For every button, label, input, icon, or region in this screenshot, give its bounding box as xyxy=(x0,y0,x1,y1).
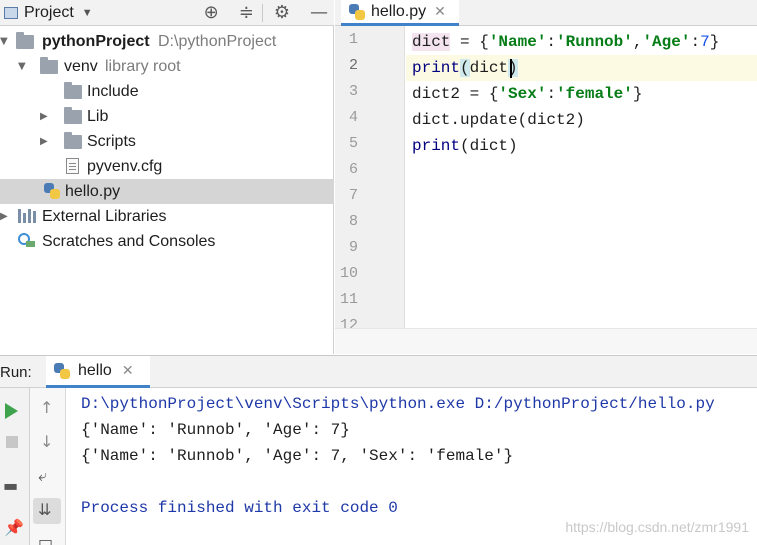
editor-breadcrumb-bar xyxy=(335,328,757,354)
line-number: 8 xyxy=(348,213,358,230)
tree-item-label: hello.py xyxy=(65,182,121,200)
console-line: {'Name': 'Runnob', 'Age': 7, 'Sex': 'fem… xyxy=(81,447,514,465)
folder-icon xyxy=(64,107,82,124)
project-panel-title: Project xyxy=(24,3,74,21)
tree-item-scripts[interactable]: ▶ Scripts xyxy=(0,129,334,154)
tree-item-scratches[interactable]: Scratches and Consoles xyxy=(0,229,334,254)
stop-icon[interactable] xyxy=(6,436,18,448)
close-icon[interactable]: ✕ xyxy=(434,4,446,20)
target-icon[interactable]: ⊕ xyxy=(204,4,219,22)
layout-icon[interactable]: ▬ xyxy=(3,478,18,494)
tree-item-lib[interactable]: ▶ Lib xyxy=(0,104,334,129)
chevron-down-icon[interactable]: ▼ xyxy=(18,61,26,72)
chevron-right-icon[interactable]: ▶ xyxy=(0,211,8,222)
tab-hello-py[interactable]: hello.py ✕ xyxy=(341,0,459,26)
text-caret xyxy=(510,59,512,78)
line-number: 12 xyxy=(339,317,358,328)
editor-tab-bar: hello.py ✕ xyxy=(335,0,757,26)
chevron-down-icon[interactable]: ▼ xyxy=(82,7,93,19)
tab-label: hello.py xyxy=(371,2,427,20)
tree-item-label: pythonProject xyxy=(42,32,150,50)
tree-item-venv[interactable]: ▼ venv library root xyxy=(0,54,334,79)
python-file-icon xyxy=(44,183,60,199)
line-number: 10 xyxy=(339,265,358,282)
pin-icon[interactable]: 📌 xyxy=(4,520,24,536)
line-number: 1 xyxy=(348,31,358,48)
project-panel-header: Project ▼ ⊕ ≑ ⚙ — xyxy=(0,0,334,26)
collapse-icon[interactable]: ≑ xyxy=(239,4,254,22)
soft-wrap-icon[interactable]: ⤶ xyxy=(38,468,47,484)
rerun-icon[interactable] xyxy=(5,403,18,419)
print-icon[interactable]: ▭ xyxy=(38,534,53,545)
line-number: 3 xyxy=(348,83,358,100)
tree-item-hello-py[interactable]: hello.py xyxy=(0,179,334,204)
line-number: 4 xyxy=(348,109,358,126)
tree-item-label: Include xyxy=(87,82,139,100)
scroll-to-end-icon[interactable]: ⇊ xyxy=(38,502,51,518)
folder-icon xyxy=(16,32,34,49)
up-arrow-icon[interactable]: ↑ xyxy=(40,400,53,416)
tree-item-label: Lib xyxy=(87,107,109,125)
project-view-selector[interactable]: Project ▼ xyxy=(4,4,93,22)
code-line-4: dict.update(dict2) xyxy=(412,111,585,129)
console-line: Process finished with exit code 0 xyxy=(81,499,398,517)
console-line: {'Name': 'Runnob', 'Age': 7} xyxy=(81,421,350,439)
line-number: 2 xyxy=(348,57,358,74)
run-tab-label: hello xyxy=(78,361,112,379)
tree-item-pyvenv-cfg[interactable]: pyvenv.cfg xyxy=(0,154,334,179)
code-editor[interactable]: dict = {'Name':'Runnob','Age':7} print(d… xyxy=(406,26,757,328)
folder-icon xyxy=(64,82,82,99)
python-file-icon xyxy=(54,362,70,379)
folder-icon xyxy=(40,57,58,74)
tree-item-label: External Libraries xyxy=(42,207,167,225)
library-icon xyxy=(18,209,36,223)
tree-item-include[interactable]: Include xyxy=(0,79,334,104)
config-file-icon xyxy=(66,158,79,174)
python-file-icon xyxy=(349,3,365,20)
chevron-down-icon[interactable]: ▼ xyxy=(0,36,8,47)
project-icon xyxy=(4,6,18,19)
code-line-2: print(dict) xyxy=(412,59,518,77)
tree-item-external-libraries[interactable]: ▶ External Libraries xyxy=(0,204,334,229)
line-number-gutter: 1 2 3 4 5 6 7 8 9 10 11 12 xyxy=(335,26,405,328)
gear-icon[interactable]: ⚙ xyxy=(274,4,290,22)
tree-item-pythonproject[interactable]: ▼ pythonProject D:\pythonProject xyxy=(0,29,334,54)
tree-item-label: Scripts xyxy=(87,132,136,150)
console-line: D:\pythonProject\venv\Scripts\python.exe… xyxy=(81,395,715,413)
run-toolbar-left: ▬ 📌 xyxy=(0,388,30,545)
line-number: 9 xyxy=(348,239,358,256)
watermark: https://blog.csdn.net/zmr1991 xyxy=(565,519,749,535)
run-tab-hello[interactable]: hello ✕ xyxy=(46,356,150,388)
line-number: 11 xyxy=(339,291,358,308)
line-number: 6 xyxy=(348,161,358,178)
code-line-5: print(dict) xyxy=(412,137,518,155)
chevron-right-icon[interactable]: ▶ xyxy=(40,136,48,147)
project-tree: ▼ pythonProject D:\pythonProject ▼ venv … xyxy=(0,26,334,354)
run-panel-header: Run: hello ✕ xyxy=(0,355,757,388)
scratches-icon xyxy=(18,233,36,249)
chevron-right-icon[interactable]: ▶ xyxy=(40,111,48,122)
tree-item-label: venv xyxy=(64,57,98,75)
run-toolbar-right: ↑ ↓ ⤶ ⇊ ▭ xyxy=(30,388,66,545)
minimize-icon[interactable]: — xyxy=(310,4,328,22)
down-arrow-icon[interactable]: ↓ xyxy=(40,434,53,450)
console-output[interactable]: D:\pythonProject\venv\Scripts\python.exe… xyxy=(67,388,757,545)
tree-item-note: library root xyxy=(105,57,181,75)
tree-item-path: D:\pythonProject xyxy=(158,32,277,50)
line-number: 7 xyxy=(348,187,358,204)
run-label: Run: xyxy=(0,364,32,381)
tree-item-label: Scratches and Consoles xyxy=(42,232,216,250)
close-icon[interactable]: ✕ xyxy=(122,363,134,379)
code-line-3: dict2 = {'Sex':'female'} xyxy=(412,85,643,103)
tree-item-label: pyvenv.cfg xyxy=(87,157,163,175)
code-line-1: dict = {'Name':'Runnob','Age':7} xyxy=(412,33,720,51)
folder-icon xyxy=(64,132,82,149)
line-number: 5 xyxy=(348,135,358,152)
